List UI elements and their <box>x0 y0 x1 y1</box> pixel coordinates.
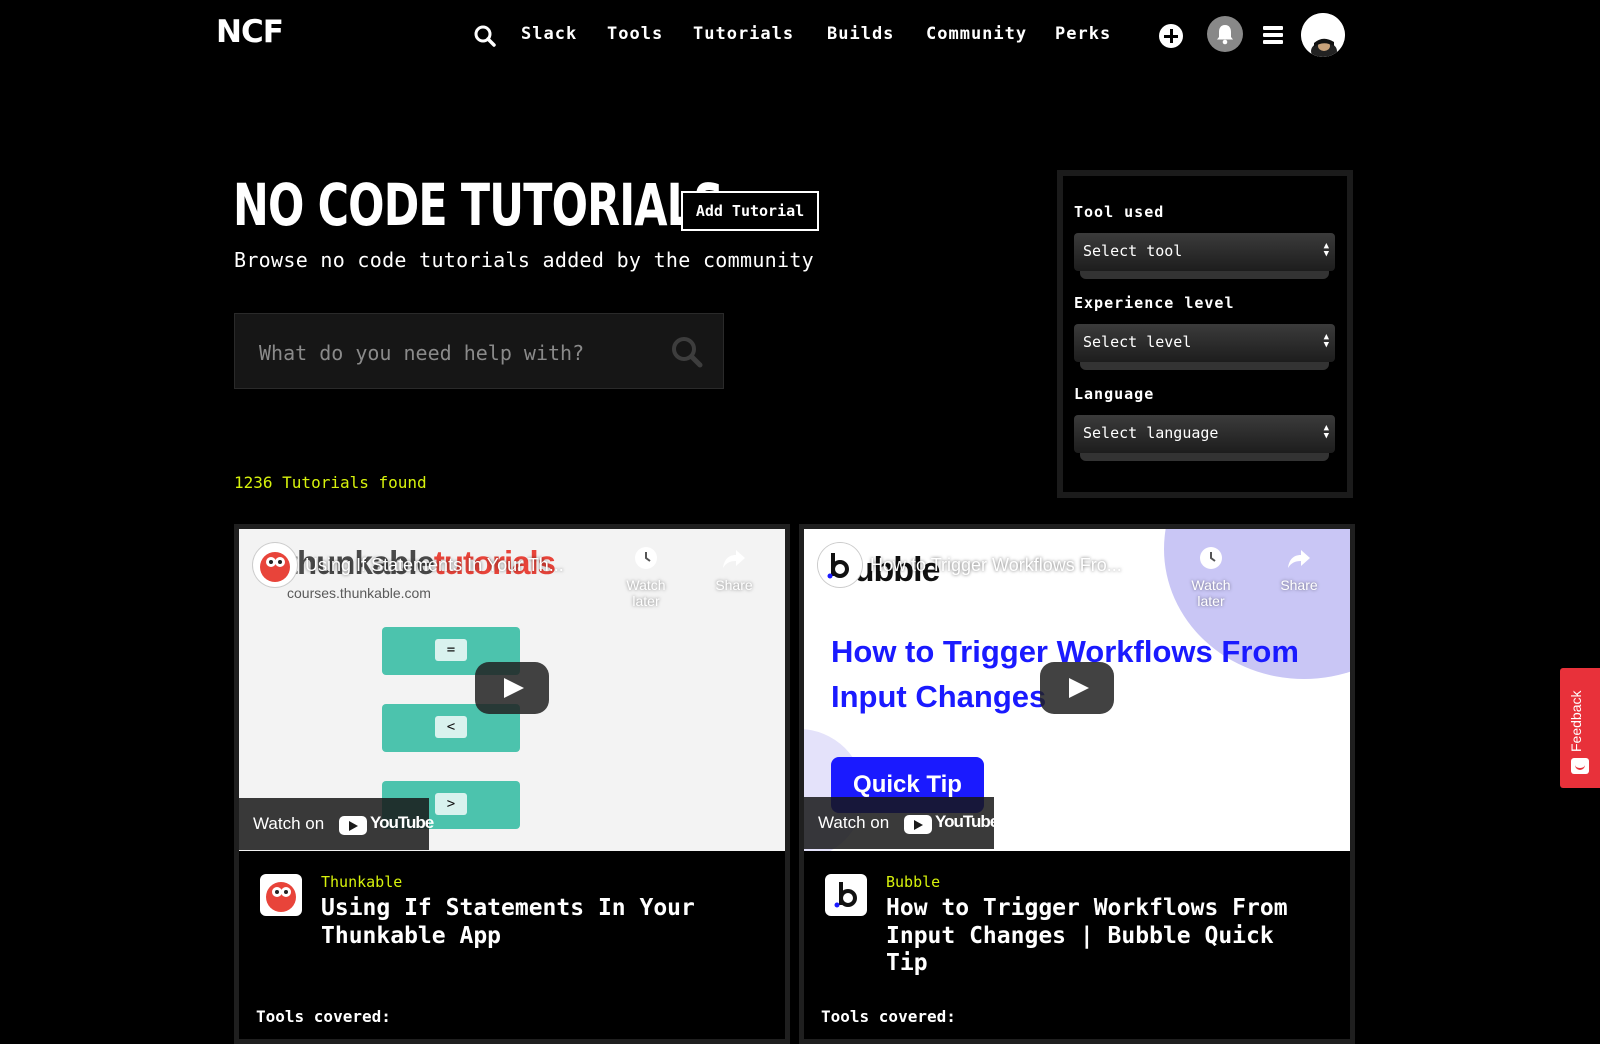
watch-on-youtube-button[interactable]: Watch on YouTube <box>239 798 434 850</box>
play-button[interactable] <box>475 662 549 714</box>
card-tool-name[interactable]: Bubble <box>886 873 940 891</box>
page-subtitle: Browse no code tutorials added by the co… <box>234 248 815 272</box>
results-count: 1236 Tutorials found <box>234 473 427 492</box>
share-button[interactable]: Share <box>1264 545 1334 593</box>
nav-item-community[interactable]: Community <box>926 24 1027 44</box>
tools-covered-label: Tools covered: <box>256 1007 391 1026</box>
level-select[interactable]: Select level ▲ ▼ <box>1074 324 1335 370</box>
watch-later-button[interactable]: Watch later <box>611 545 681 609</box>
video-title[interactable]: How to Trigger Workflows Fro... <box>870 555 1122 576</box>
add-tutorial-button[interactable]: Add Tutorial <box>681 191 819 231</box>
add-icon[interactable] <box>1159 24 1183 48</box>
page-title: NO CODE TUTORIALS. <box>233 171 739 239</box>
bubble-logo <box>825 874 867 916</box>
clock-icon <box>1200 547 1222 569</box>
filter-label-tool: Tool used <box>1074 203 1165 221</box>
language-select[interactable]: Select language ▲ ▼ <box>1074 415 1335 461</box>
card-tool-name[interactable]: Thunkable <box>321 873 402 891</box>
tutorial-card[interactable]: bubble How to Trigger Workflows From Inp… <box>799 524 1355 1044</box>
video-embed[interactable]: thunkabletutorials courses.thunkable.com… <box>239 529 785 851</box>
video-title[interactable]: Using If Statements In Your Th... <box>305 555 564 576</box>
feedback-label: Feedback <box>1568 690 1584 752</box>
watch-later-button[interactable]: Watch later <box>1176 545 1246 609</box>
share-icon <box>723 550 745 568</box>
search-icon[interactable] <box>671 336 703 368</box>
ncf-logo[interactable]: NCF <box>216 14 284 50</box>
video-embed[interactable]: bubble How to Trigger Workflows From Inp… <box>804 529 1350 851</box>
watch-on-youtube-button[interactable]: Watch on YouTube <box>804 797 999 849</box>
youtube-icon <box>904 815 932 834</box>
youtube-icon <box>339 816 367 835</box>
thunkable-channel-icon[interactable] <box>253 543 297 587</box>
tutorial-card[interactable]: thunkabletutorials courses.thunkable.com… <box>234 524 790 1044</box>
card-title[interactable]: How to Trigger Workflows From Input Chan… <box>886 895 1326 978</box>
select-arrows-icon: ▲ ▼ <box>1323 332 1329 350</box>
nav-item-perks[interactable]: Perks <box>1055 24 1111 44</box>
feedback-tab[interactable]: Feedback <box>1560 668 1600 788</box>
nav-item-tutorials[interactable]: Tutorials <box>693 24 794 44</box>
card-title[interactable]: Using If Statements In Your Thunkable Ap… <box>321 895 761 950</box>
play-button[interactable] <box>1040 662 1114 714</box>
share-icon <box>1288 550 1310 568</box>
user-avatar[interactable] <box>1301 13 1345 57</box>
thunkable-logo <box>260 874 302 916</box>
share-button[interactable]: Share <box>699 545 769 593</box>
tutorial-search-input[interactable] <box>257 334 641 372</box>
search-icon[interactable] <box>473 24 497 48</box>
filter-label-language: Language <box>1074 385 1155 403</box>
tools-covered-label: Tools covered: <box>821 1007 956 1026</box>
clock-icon <box>635 547 657 569</box>
nav-item-builds[interactable]: Builds <box>827 24 894 44</box>
tutorial-search-box <box>234 313 724 389</box>
notification-bell-icon[interactable] <box>1207 16 1243 52</box>
select-arrows-icon: ▲ ▼ <box>1323 241 1329 259</box>
select-arrows-icon: ▲ ▼ <box>1323 423 1329 441</box>
hamburger-menu-icon[interactable] <box>1263 26 1283 44</box>
nav-item-slack[interactable]: Slack <box>521 24 577 44</box>
nav-item-tools[interactable]: Tools <box>607 24 663 44</box>
filter-label-level: Experience level <box>1074 294 1235 312</box>
smile-icon <box>1571 758 1589 774</box>
video-thumbnail-url: courses.thunkable.com <box>287 585 431 601</box>
bubble-channel-icon[interactable] <box>818 543 862 587</box>
tool-select[interactable]: Select tool ▲ ▼ <box>1074 233 1335 279</box>
filter-panel: Tool used Select tool ▲ ▼ Experience leve… <box>1057 170 1353 498</box>
